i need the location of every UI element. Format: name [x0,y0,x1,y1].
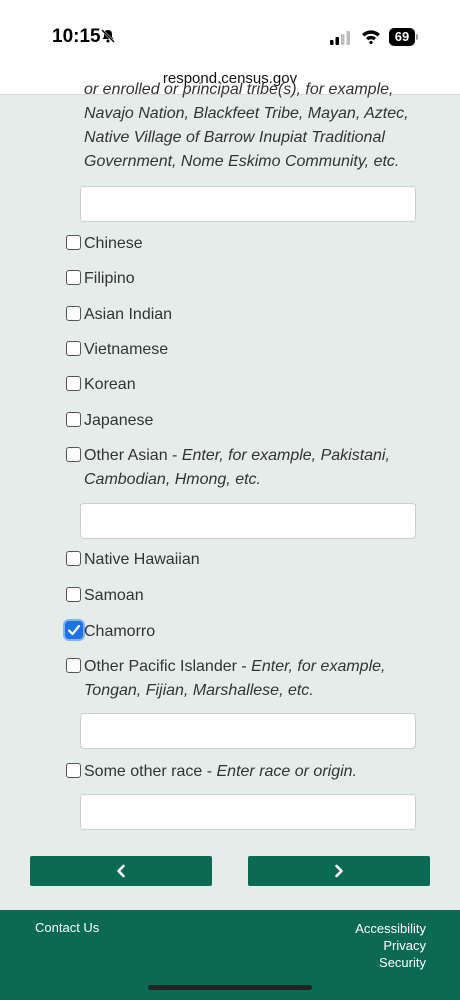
option-hint: Enter race or origin. [216,763,358,780]
footer-links: Accessibility Privacy Security [355,920,426,971]
option-japanese[interactable]: Japanese [66,409,416,433]
option-samoan[interactable]: Samoan [66,584,416,608]
tribe-description: or enrolled or principal tribe(s), for e… [84,81,409,170]
next-button[interactable] [248,856,430,886]
option-vietnamese[interactable]: Vietnamese [66,338,416,362]
checkbox[interactable] [66,376,81,391]
cellular-signal-icon [330,31,352,50]
status-time: 10:15 [52,26,101,47]
option-label: Other Asian - [84,447,182,464]
some-other-race-text-input[interactable] [80,794,416,830]
home-indicator[interactable] [148,985,312,990]
option-asian-indian[interactable]: Asian Indian [66,303,416,327]
option-some-other-race[interactable]: Some other race - Enter race or origin. [66,760,416,784]
battery-percent: 69 [394,29,410,44]
chevron-right-icon [335,864,343,878]
contact-us-link[interactable]: Contact Us [35,920,99,935]
option-label: Chinese [84,235,143,252]
tribe-text-input[interactable] [80,186,416,222]
option-label: Filipino [84,270,135,287]
accessibility-link[interactable]: Accessibility [355,920,426,937]
previous-button[interactable] [30,856,212,886]
option-other-pacific-islander[interactable]: Other Pacific Islander - Enter, for exam… [66,655,416,703]
option-other-asian[interactable]: Other Asian - Enter, for example, Pakist… [66,444,416,492]
option-label: Japanese [84,412,154,429]
silent-bell-icon [100,28,116,49]
checkbox[interactable] [66,587,81,602]
option-label: Asian Indian [84,306,173,323]
checkbox[interactable] [66,412,81,427]
option-label: Some other race - [84,763,217,780]
checkbox[interactable] [66,658,81,673]
checkbox[interactable] [66,270,81,285]
option-korean[interactable]: Korean [66,373,416,397]
option-label: Vietnamese [84,341,169,358]
chevron-left-icon [117,864,125,878]
option-label: Korean [84,376,136,393]
checkbox[interactable] [66,447,81,462]
other-pacific-islander-text-input[interactable] [80,713,416,749]
other-asian-text-input[interactable] [80,503,416,539]
checkbox[interactable] [66,235,81,250]
option-label: Other Pacific Islander - [84,658,252,675]
option-filipino[interactable]: Filipino [66,267,416,291]
checkbox[interactable] [66,306,81,321]
security-link[interactable]: Security [355,954,426,971]
option-chamorro[interactable]: Chamorro [65,620,416,644]
option-chinese[interactable]: Chinese [66,232,416,256]
wifi-icon [361,28,381,49]
battery-icon: 69 [389,28,419,46]
option-label: Chamorro [84,623,156,640]
option-native-hawaiian[interactable]: Native Hawaiian [66,548,416,572]
checkbox[interactable] [66,341,81,356]
status-bar: 10:15 69 [0,0,460,62]
option-label: Native Hawaiian [84,551,200,568]
privacy-link[interactable]: Privacy [355,937,426,954]
checkmark-icon [67,624,81,636]
checkbox-checked[interactable] [65,621,83,639]
checkbox[interactable] [66,763,81,778]
checkbox[interactable] [66,551,81,566]
option-label: Samoan [84,587,144,604]
